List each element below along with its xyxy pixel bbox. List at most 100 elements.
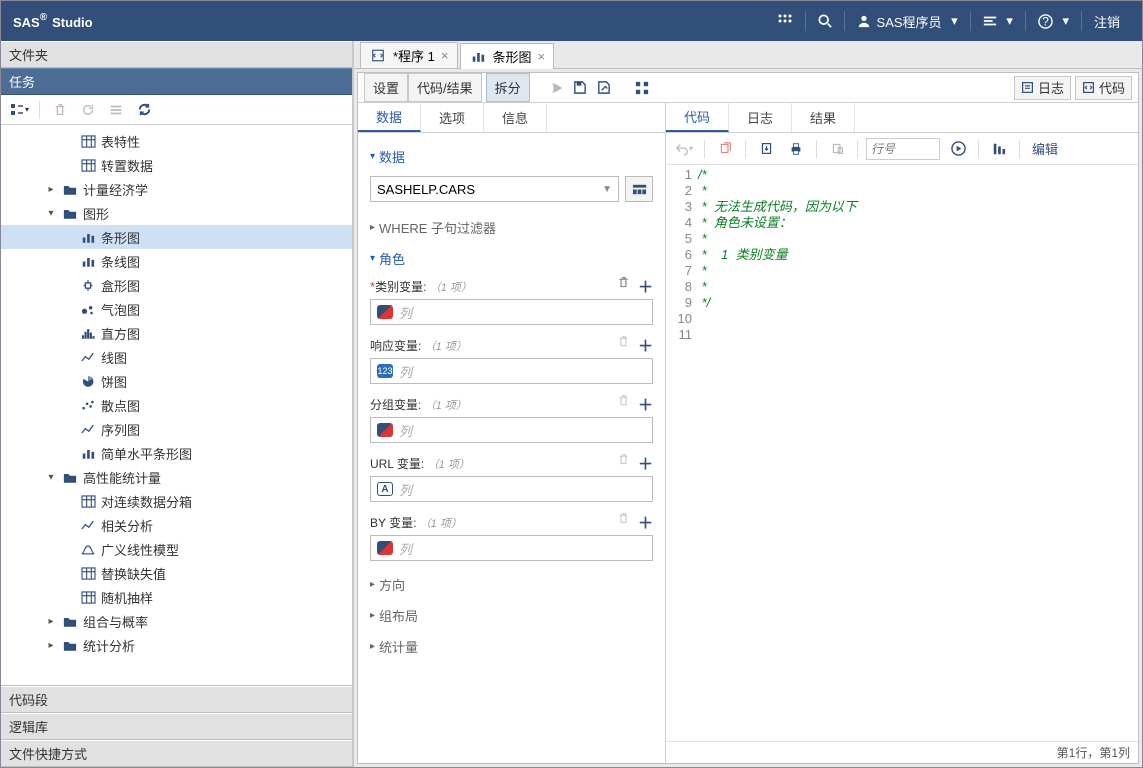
run-icon[interactable] xyxy=(544,76,568,100)
fullscreen-icon[interactable] xyxy=(630,76,654,100)
print-icon[interactable] xyxy=(784,138,808,160)
delete-icon[interactable] xyxy=(48,98,72,122)
tree-item[interactable]: 饼图 xyxy=(1,369,352,393)
tree-item[interactable]: ▸组合与概率 xyxy=(1,609,352,633)
add-icon[interactable]: ＋ xyxy=(638,453,653,474)
section-stat[interactable]: ▸统计量 xyxy=(370,631,653,662)
view-split[interactable]: 拆分 xyxy=(486,73,530,102)
bar-icon xyxy=(79,229,97,245)
section-where[interactable]: ▸WHERE 子句过滤器 xyxy=(370,212,653,243)
tree-item[interactable]: 对连续数据分箱 xyxy=(1,489,352,513)
bar-icon xyxy=(469,49,487,65)
add-icon[interactable]: ＋ xyxy=(638,335,653,356)
view-settings[interactable]: 设置 xyxy=(364,73,408,102)
pie-icon xyxy=(79,373,97,389)
export-icon[interactable] xyxy=(754,138,778,160)
section-direction[interactable]: ▸方向 xyxy=(370,569,653,600)
add-icon[interactable]: ＋ xyxy=(638,276,653,297)
tree-item[interactable]: ▸计量经济学 xyxy=(1,177,352,201)
tree-item[interactable]: 广义线性模型 xyxy=(1,537,352,561)
close-icon[interactable]: × xyxy=(538,49,546,64)
line-icon xyxy=(79,421,97,437)
reload-icon[interactable] xyxy=(132,98,156,122)
undo-icon[interactable]: ▾ xyxy=(672,138,696,160)
folders-header[interactable]: 文件夹 xyxy=(1,41,352,68)
libraries-header[interactable]: 逻辑库 xyxy=(1,713,352,740)
snippets-header[interactable]: 代码段 xyxy=(1,686,352,713)
edit-button[interactable]: 编辑 xyxy=(1028,138,1062,160)
tree-item[interactable]: ▾图形 xyxy=(1,201,352,225)
tab-options[interactable]: 选项 xyxy=(421,103,484,132)
role-column-picker[interactable]: 列 xyxy=(370,417,653,443)
section-roles[interactable]: ▾角色 xyxy=(370,243,653,274)
file-tab[interactable]: *程序 1× xyxy=(360,42,458,68)
view-coderes[interactable]: 代码/结果 xyxy=(408,73,482,102)
tree-item[interactable]: 线图 xyxy=(1,345,352,369)
role-column-picker[interactable]: 列 xyxy=(370,299,653,325)
add-icon[interactable]: ＋ xyxy=(638,512,653,533)
tree-item[interactable]: 随机抽样 xyxy=(1,585,352,609)
shortcuts-header[interactable]: 文件快捷方式 xyxy=(1,740,352,767)
props-icon[interactable] xyxy=(104,98,128,122)
tree-item[interactable]: 散点图 xyxy=(1,393,352,417)
close-icon[interactable]: × xyxy=(441,48,449,63)
tree-item[interactable]: ▾高性能统计量 xyxy=(1,465,352,489)
remove-icon[interactable] xyxy=(617,335,630,356)
format-icon[interactable] xyxy=(987,138,1011,160)
tree-item[interactable]: 相关分析 xyxy=(1,513,352,537)
code-toolbar: ▾ xyxy=(666,133,1138,165)
tab-code[interactable]: 代码 xyxy=(666,103,729,132)
tree-item[interactable]: 序列图 xyxy=(1,417,352,441)
file-tab[interactable]: 条形图× xyxy=(460,43,555,69)
tree-item[interactable]: 表特性 xyxy=(1,129,352,153)
go-icon[interactable] xyxy=(946,138,970,160)
tree-item[interactable]: 条线图 xyxy=(1,249,352,273)
linenum-input[interactable] xyxy=(866,138,940,160)
tree-item[interactable]: 盒形图 xyxy=(1,273,352,297)
tree-item[interactable]: 转置数据 xyxy=(1,153,352,177)
saveas-icon[interactable] xyxy=(592,76,616,100)
role-column-picker[interactable]: 123列 xyxy=(370,358,653,384)
dataset-browse-icon[interactable] xyxy=(625,176,653,202)
signout-link[interactable]: 注销 xyxy=(1084,1,1130,41)
refresh-icon[interactable] xyxy=(76,98,100,122)
hist-icon xyxy=(79,325,97,341)
user-menu[interactable]: SAS程序员 ▾ xyxy=(847,1,968,41)
view-bar: 设置 代码/结果 拆分 日志 代码 xyxy=(358,73,1138,103)
tab-log[interactable]: 日志 xyxy=(729,103,792,132)
tree-item[interactable]: 气泡图 xyxy=(1,297,352,321)
tab-data[interactable]: 数据 xyxy=(358,103,421,132)
fld-icon xyxy=(61,637,79,653)
help-icon[interactable]: ? ▾ xyxy=(1028,1,1079,41)
section-data[interactable]: ▾数据 xyxy=(370,141,653,172)
tab-results[interactable]: 结果 xyxy=(792,103,855,132)
tree-item[interactable]: ▸统计分析 xyxy=(1,633,352,657)
tasks-header[interactable]: 任务 xyxy=(1,68,352,95)
remove-icon[interactable] xyxy=(617,394,630,415)
tree-item[interactable]: 直方图 xyxy=(1,321,352,345)
dataset-picker[interactable]: SASHELP.CARS▼ xyxy=(370,176,619,202)
apps-icon[interactable] xyxy=(767,1,803,41)
paste-icon[interactable] xyxy=(825,138,849,160)
role-column-picker[interactable]: A列 xyxy=(370,476,653,502)
more-menu-icon[interactable]: ▾ xyxy=(973,1,1023,41)
code-button[interactable]: 代码 xyxy=(1075,76,1132,100)
copy-icon[interactable] xyxy=(713,138,737,160)
tree-item[interactable]: 简单水平条形图 xyxy=(1,441,352,465)
tab-info[interactable]: 信息 xyxy=(484,103,547,132)
remove-icon[interactable] xyxy=(617,276,630,297)
brand: SAS® Studio xyxy=(13,11,93,32)
role-column-picker[interactable]: 列 xyxy=(370,535,653,561)
remove-icon[interactable] xyxy=(617,512,630,533)
task-filter-icon[interactable]: ▾ xyxy=(7,98,31,122)
log-button[interactable]: 日志 xyxy=(1014,76,1071,100)
save-icon[interactable] xyxy=(568,76,592,100)
search-icon[interactable] xyxy=(808,1,842,41)
remove-icon[interactable] xyxy=(617,453,630,474)
tree-item[interactable]: 条形图 xyxy=(1,225,352,249)
section-group[interactable]: ▸组布局 xyxy=(370,600,653,631)
add-icon[interactable]: ＋ xyxy=(638,394,653,415)
code-editor[interactable]: 1234567891011 /* * * 无法生成代码，因为以下 * 角色未设置… xyxy=(666,165,1138,741)
bar-icon xyxy=(79,253,97,269)
tree-item[interactable]: 替换缺失值 xyxy=(1,561,352,585)
